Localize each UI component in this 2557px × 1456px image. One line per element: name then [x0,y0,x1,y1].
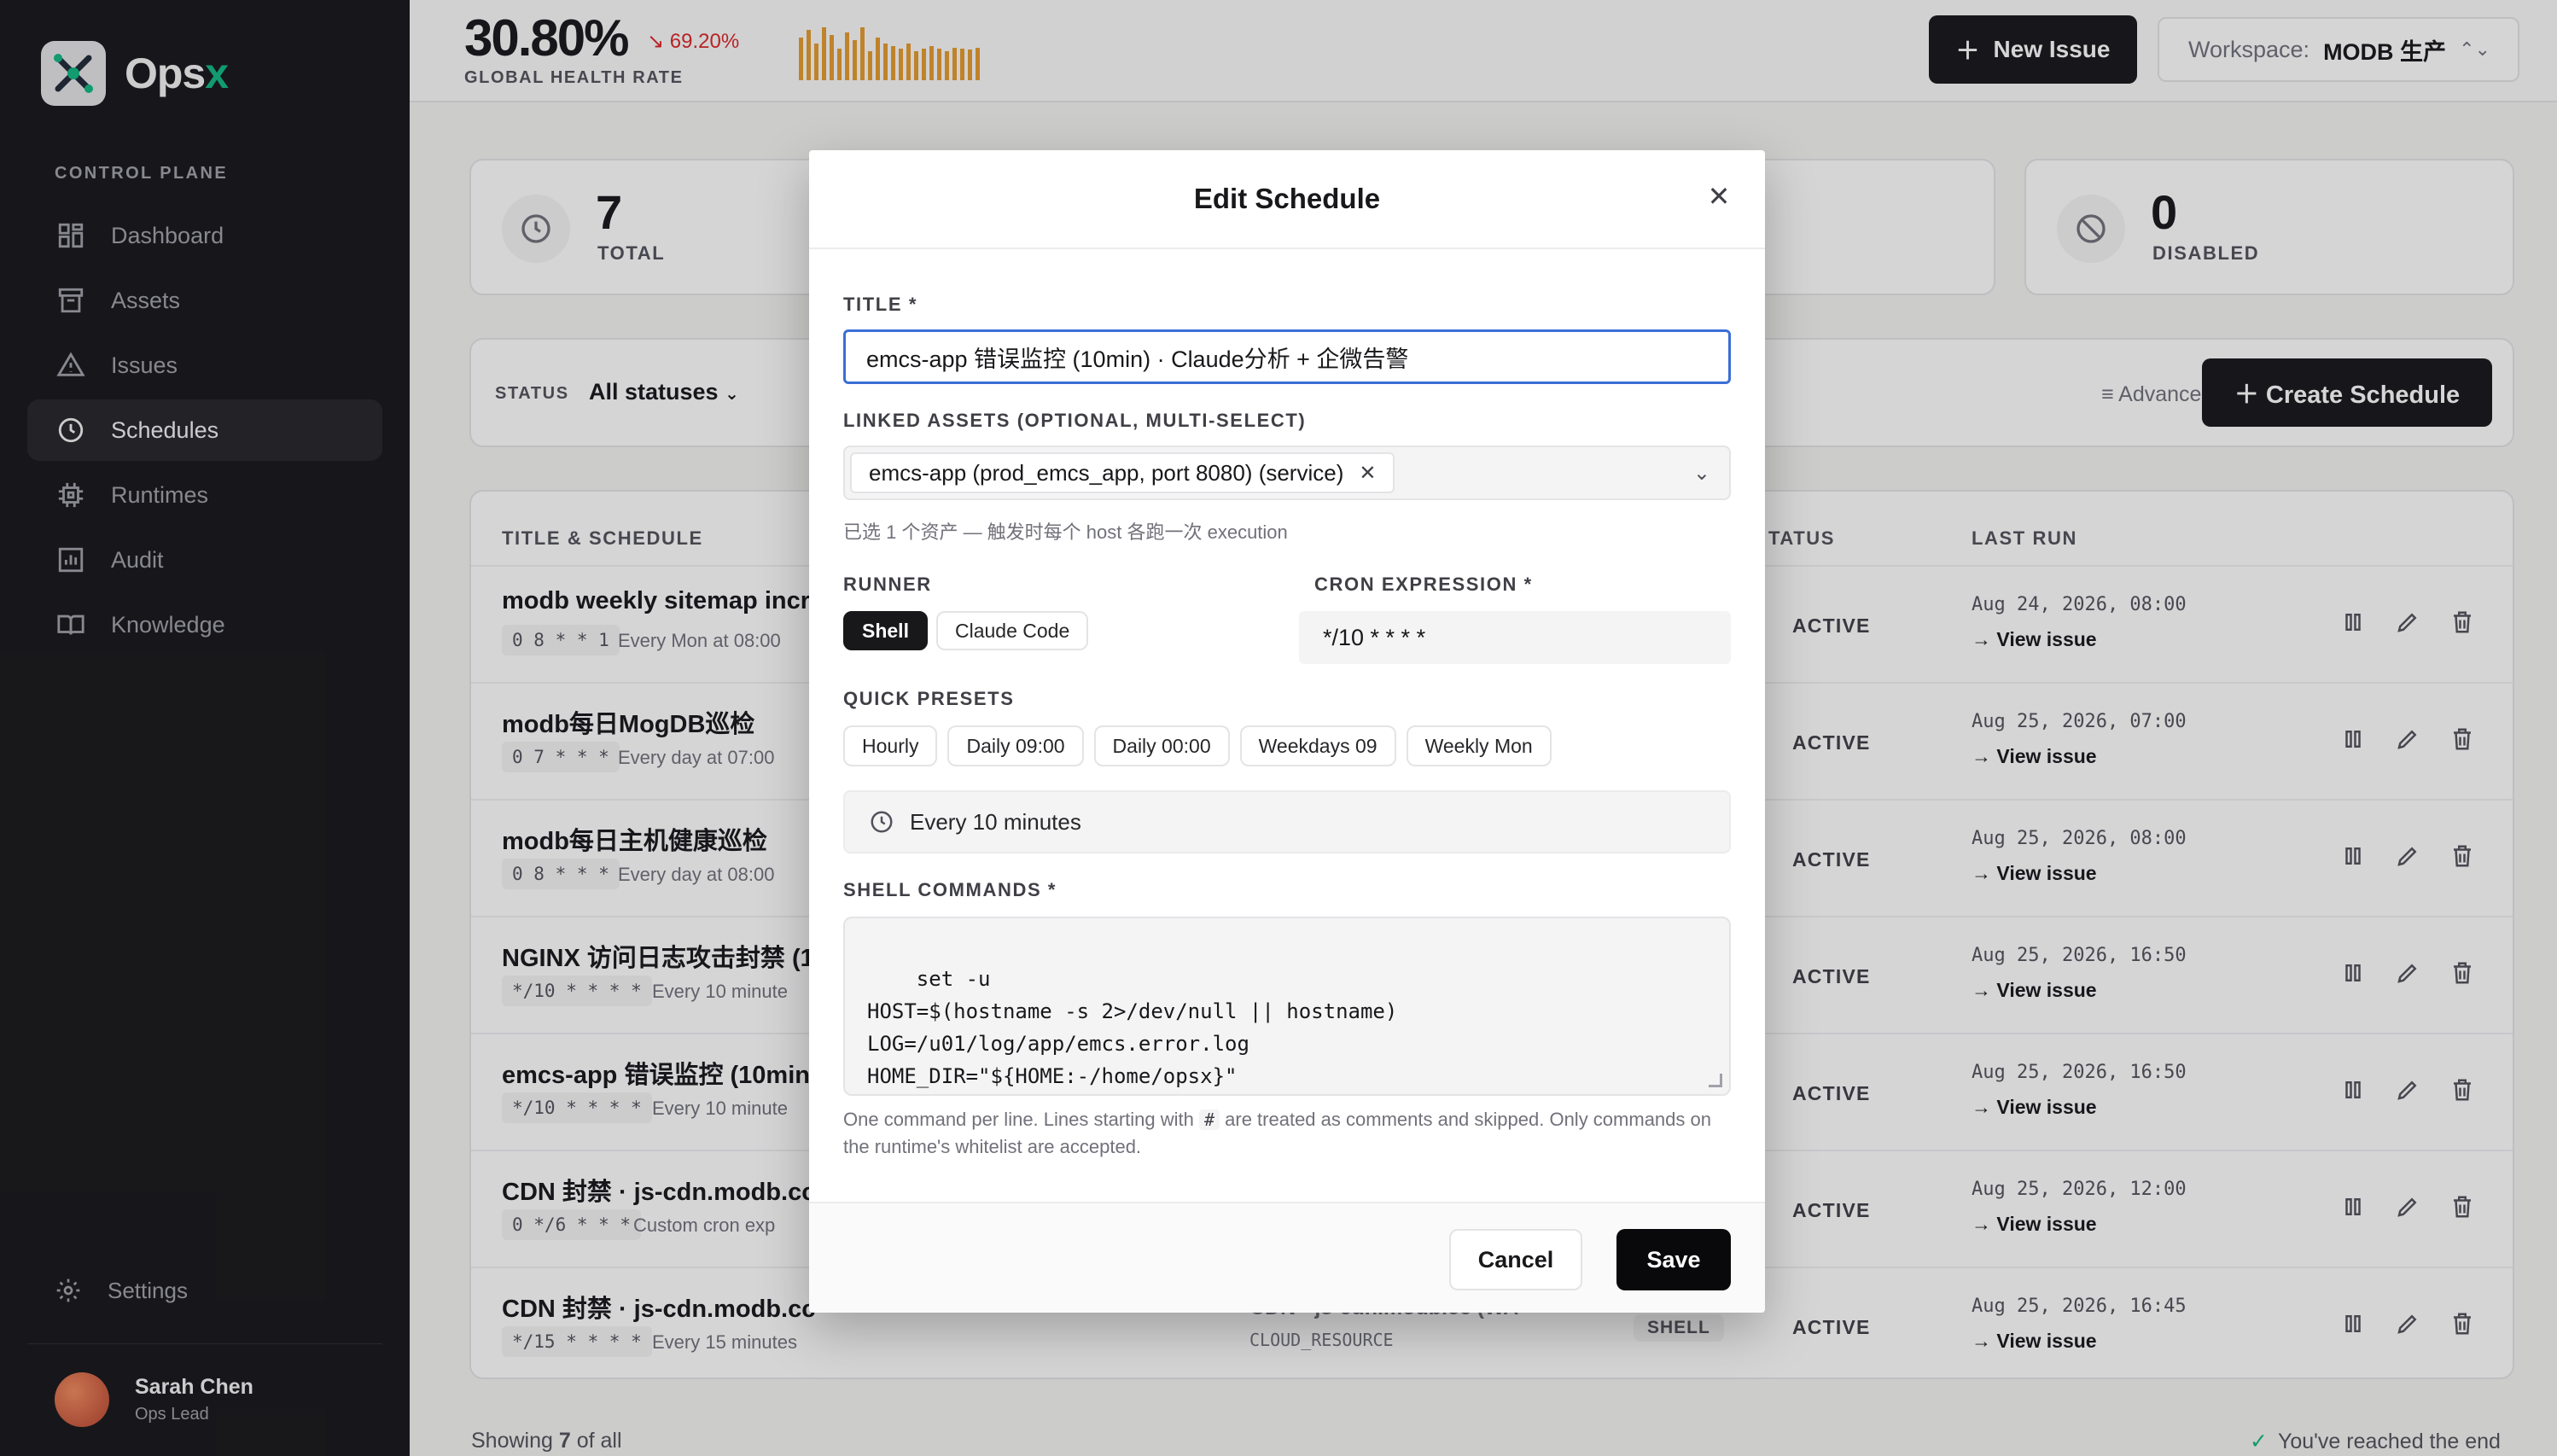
cancel-button[interactable]: Cancel [1449,1229,1582,1290]
edit-schedule-dialog: Edit Schedule ✕ TITLE * LINKED ASSETS (O… [809,150,1765,1313]
quick-presets-label: QUICK PRESETS [843,688,1015,709]
shell-commands-textarea[interactable]: set -u HOST=$(hostname -s 2>/dev/null ||… [843,917,1731,1096]
shell-commands-text: set -u HOST=$(hostname -s 2>/dev/null ||… [867,967,1398,1088]
runner-toggle: Shell Claude Code [843,611,1089,650]
title-field-label: TITLE * [843,294,917,315]
dialog-header: Edit Schedule ✕ [809,150,1765,249]
preset-daily-0000[interactable]: Daily 00:00 [1093,725,1230,766]
shell-commands-label: SHELL COMMANDS * [843,879,1057,900]
shell-commands-hint: One command per line. Lines starting wit… [843,1109,1711,1157]
preset-weekdays-09[interactable]: Weekdays 09 [1239,725,1396,766]
dialog-title: Edit Schedule [1193,183,1381,214]
chevron-down-icon[interactable]: ⌄ [1693,461,1710,486]
runner-option-claude-code[interactable]: Claude Code [935,611,1089,650]
dialog-footer: Cancel Save [809,1202,1765,1313]
schedule-summary: Every 10 minutes [843,790,1731,853]
preset-hourly[interactable]: Hourly [843,725,938,766]
remove-asset-icon[interactable]: ✕ [1359,461,1376,486]
preset-daily-0900[interactable]: Daily 09:00 [947,725,1084,766]
resize-handle[interactable] [1709,1074,1722,1087]
cron-expression-label: CRON EXPRESSION * [1314,574,1533,595]
cron-expression-field[interactable] [1299,611,1731,664]
linked-assets-hint: 已选 1 个资产 — 触发时每个 host 各跑一次 execution [843,521,1288,543]
schedule-summary-text: Every 10 minutes [910,808,1081,835]
runner-label: RUNNER [843,574,932,595]
asset-chip: emcs-app (prod_emcs_app, port 8080) (ser… [850,452,1395,493]
linked-assets-select[interactable]: emcs-app (prod_emcs_app, port 8080) (ser… [843,446,1731,500]
runner-option-shell[interactable]: Shell [843,611,928,650]
close-icon[interactable]: ✕ [1702,179,1736,213]
title-field[interactable] [843,329,1731,384]
save-button[interactable]: Save [1616,1229,1731,1290]
preset-weekly-mon[interactable]: Weekly Mon [1406,725,1552,766]
asset-chip-label: emcs-app (prod_emcs_app, port 8080) (ser… [869,459,1344,486]
linked-assets-label: LINKED ASSETS (OPTIONAL, MULTI-SELECT) [843,410,1307,431]
clock-icon [871,811,893,833]
quick-presets: Hourly Daily 09:00 Daily 00:00 Weekdays … [843,725,1552,766]
